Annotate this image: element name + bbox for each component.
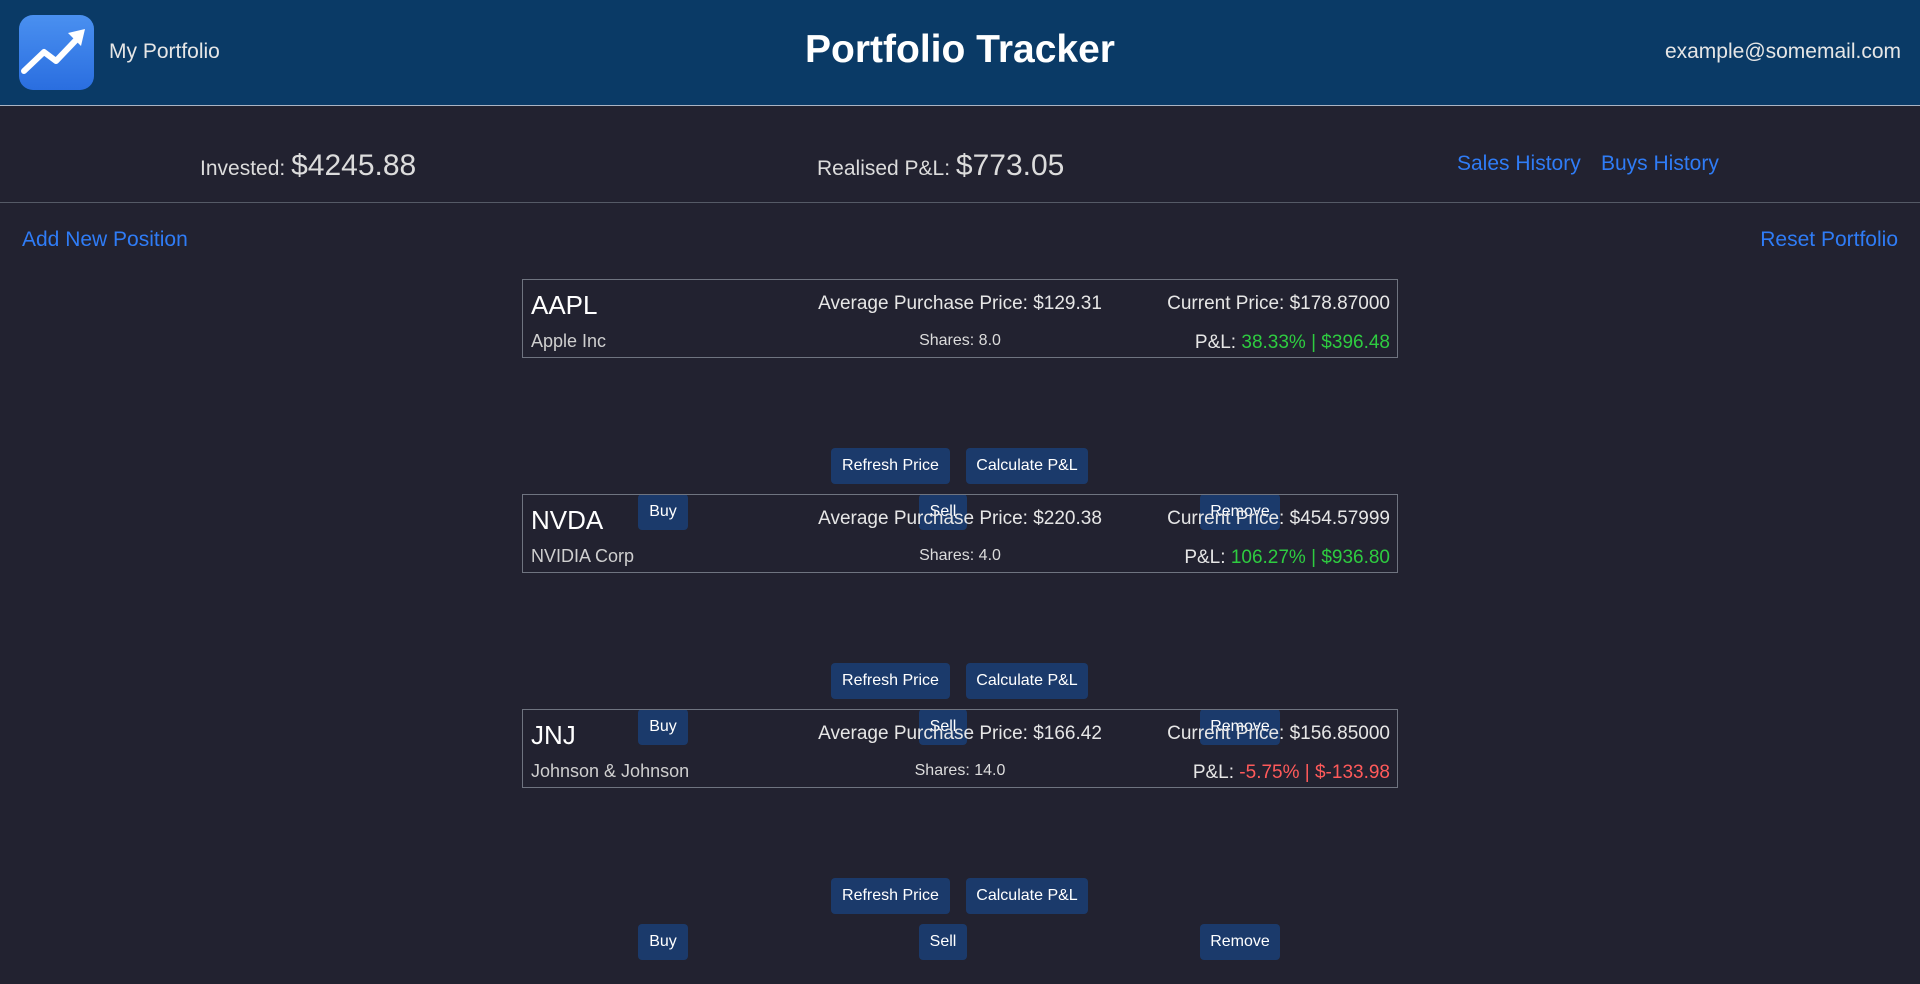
position-buttons: Refresh Price Calculate P&L Buy Sell Rem… bbox=[522, 788, 1398, 960]
invested-label: Invested: bbox=[200, 157, 286, 180]
page-title: Portfolio Tracker bbox=[805, 28, 1115, 71]
position-item: JNJ Johnson & Johnson Average Purchase P… bbox=[522, 709, 1398, 960]
refresh-price-button[interactable]: Refresh Price bbox=[831, 878, 950, 914]
position-card: NVDA NVIDIA Corp Average Purchase Price:… bbox=[522, 494, 1398, 573]
pnl-label: P&L: bbox=[1194, 332, 1237, 353]
pnl-value: -5.75% | $-133.98 bbox=[1239, 762, 1390, 783]
current-price: Current Price: $156.85000 bbox=[1167, 723, 1390, 744]
refresh-price-button[interactable]: Refresh Price bbox=[831, 448, 950, 484]
current-price: Current Price: $178.87000 bbox=[1167, 293, 1390, 314]
realised-pnl-stat: Realised P&L: $773.05 bbox=[817, 149, 1064, 183]
app-header: My Portfolio Portfolio Tracker example@s… bbox=[0, 0, 1920, 106]
pnl-value: 106.27% | $936.80 bbox=[1230, 547, 1390, 568]
reset-portfolio-link[interactable]: Reset Portfolio bbox=[1760, 228, 1898, 252]
position-pnl: P&L: 38.33% | $396.48 bbox=[1195, 332, 1390, 354]
invested-stat: Invested: $4245.88 bbox=[200, 149, 416, 183]
positions-list: AAPL Apple Inc Average Purchase Price: $… bbox=[522, 279, 1398, 960]
portfolio-actions: Add New Position Reset Portfolio bbox=[0, 203, 1920, 258]
calculate-pnl-button[interactable]: Calculate P&L bbox=[966, 878, 1088, 914]
pnl-value: 38.33% | $396.48 bbox=[1241, 332, 1390, 353]
refresh-price-button[interactable]: Refresh Price bbox=[831, 663, 950, 699]
realised-pnl-value: $773.05 bbox=[955, 149, 1065, 182]
position-card: JNJ Johnson & Johnson Average Purchase P… bbox=[522, 709, 1398, 788]
calculate-pnl-button[interactable]: Calculate P&L bbox=[966, 663, 1088, 699]
position-buttons: Refresh Price Calculate P&L Buy Sell Rem… bbox=[522, 573, 1398, 745]
pnl-label: P&L: bbox=[1184, 547, 1226, 568]
position-pnl: P&L: -5.75% | $-133.98 bbox=[1193, 762, 1390, 784]
portfolio-summary: Invested: $4245.88 Realised P&L: $773.05… bbox=[0, 106, 1920, 203]
buys-history-link[interactable]: Buys History bbox=[1601, 152, 1719, 176]
realised-pnl-label: Realised P&L: bbox=[817, 157, 951, 180]
pnl-label: P&L: bbox=[1192, 762, 1235, 783]
invested-value: $4245.88 bbox=[291, 149, 417, 182]
position-card: AAPL Apple Inc Average Purchase Price: $… bbox=[522, 279, 1398, 358]
position-buttons: Refresh Price Calculate P&L Buy Sell Rem… bbox=[522, 358, 1398, 530]
add-new-position-link[interactable]: Add New Position bbox=[22, 228, 188, 252]
sales-history-link[interactable]: Sales History bbox=[1457, 152, 1581, 176]
position-item: NVDA NVIDIA Corp Average Purchase Price:… bbox=[522, 494, 1398, 745]
remove-button[interactable]: Remove bbox=[1200, 924, 1280, 960]
sell-button[interactable]: Sell bbox=[919, 924, 967, 960]
buy-button[interactable]: Buy bbox=[638, 924, 688, 960]
position-item: AAPL Apple Inc Average Purchase Price: $… bbox=[522, 279, 1398, 530]
current-price: Current Price: $454.57999 bbox=[1167, 508, 1390, 529]
user-email[interactable]: example@somemail.com bbox=[1665, 40, 1901, 64]
position-pnl: P&L: 106.27% | $936.80 bbox=[1184, 547, 1390, 569]
calculate-pnl-button[interactable]: Calculate P&L bbox=[966, 448, 1088, 484]
